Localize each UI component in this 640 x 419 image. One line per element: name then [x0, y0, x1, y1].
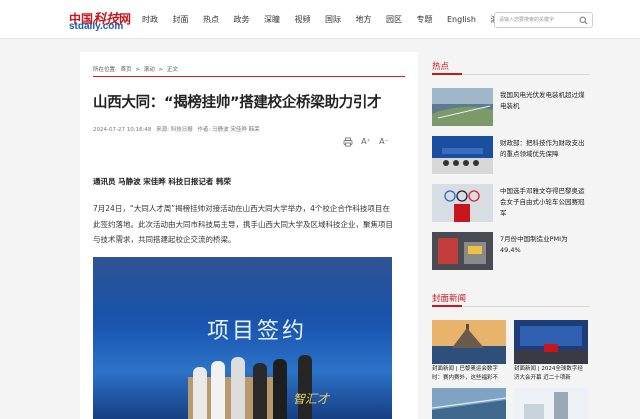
article-paragraph: 7月24日，“大同人才周”揭榜挂帅对接活动在山西大同大学举办，4个校企合作科技项…	[93, 204, 393, 244]
hot-item-title: 中国选手邓雅文夺得巴黎奥运会女子自由式小轮车公园赛冠军	[500, 187, 585, 217]
nav-item-english[interactable]: English	[447, 15, 476, 24]
hot-item-title: 财政部：把科技作为财政支出的重点领域优先保障	[500, 139, 585, 158]
photo-banner-text: 项目签约	[207, 319, 308, 344]
breadcrumb-current: 正文	[166, 67, 178, 73]
nav-item-zhuanti[interactable]: 专题	[417, 14, 433, 25]
breadcrumb-sep: >	[158, 67, 164, 73]
hot-divider-accent	[432, 73, 462, 75]
breadcrumb-divider	[93, 76, 405, 77]
search-icon[interactable]	[579, 16, 588, 25]
cover-divider-accent	[432, 305, 462, 307]
cover-thumbnail	[514, 320, 588, 364]
logo-english: stdaily.com	[69, 21, 124, 32]
hot-thumbnail	[432, 88, 493, 126]
photo-person	[253, 363, 267, 419]
cover-thumbnail[interactable]	[514, 388, 588, 419]
article-source: 来源: 科技日报	[156, 127, 193, 133]
nav-item-guoji[interactable]: 国际	[325, 14, 341, 25]
hot-heading: 热点	[432, 62, 450, 72]
photo-person	[211, 361, 225, 419]
cover-heading: 封面新闻	[432, 294, 467, 304]
article-photo: 项目签约 智汇才	[93, 257, 392, 419]
nav-item-shipin[interactable]: 视频	[295, 14, 311, 25]
article-meta: 2024-07-27 10:16:48 来源: 科技日报 作者: 马静波 宋佳晔…	[93, 125, 263, 133]
breadcrumb-label: 所在位置:	[93, 67, 117, 73]
photo-person	[193, 367, 207, 419]
main-nav: 时政 封面 热点 政务 深瞳 视频 国际 地方 园区 专题 English 滚动	[142, 0, 521, 39]
nav-item-difang[interactable]: 地方	[356, 14, 372, 25]
photo-person	[273, 359, 287, 419]
site-logo[interactable]: 中国科技网 stdaily.com	[69, 8, 131, 32]
nav-item-redian[interactable]: 热点	[203, 14, 219, 25]
nav-item-zhengwu[interactable]: 政务	[234, 14, 250, 25]
sidebar: 热点 我国风电光伏发电装机超过煤电装机 财政部：把科技作为财政支出的重点领域优先…	[432, 52, 590, 419]
font-larger-button[interactable]: A⁺	[361, 137, 371, 147]
hot-thumbnail	[432, 184, 493, 222]
search-input[interactable]	[499, 15, 577, 25]
cover-news-title: 封面新闻 | 巴黎奥运会数字时：赛内赛外，这些福彩不	[432, 366, 499, 381]
article-title: 山西大同：“揭榜挂帅”搭建校企桥梁助力引才	[93, 95, 382, 111]
breadcrumb: 所在位置: 首页 > 滚动 > 正文	[93, 65, 180, 73]
article-card: 所在位置: 首页 > 滚动 > 正文 山西大同：“揭榜挂帅”搭建校企桥梁助力引才…	[80, 52, 418, 419]
hot-item-title: 我国风电光伏发电装机超过煤电装机	[500, 91, 585, 110]
nav-item-yuanqu[interactable]: 园区	[386, 14, 402, 25]
print-icon[interactable]	[343, 137, 353, 147]
photo-person	[231, 357, 245, 419]
cover-thumbnail[interactable]	[432, 388, 506, 419]
hot-thumbnail	[432, 136, 493, 174]
cover-news-title: 封面新闻 | 2024全球数字经济大会开幕 近二十项新	[514, 366, 583, 381]
hot-item-title: 7月份中国制造业PMI为49.4%	[500, 235, 568, 254]
breadcrumb-rolling[interactable]: 滚动	[144, 67, 155, 73]
breadcrumb-sep: >	[135, 67, 140, 73]
site-header: 中国科技网 stdaily.com 时政 封面 热点 政务 深瞳 视频 国际 地…	[0, 0, 640, 39]
article-datetime: 2024-07-27 10:16:48	[93, 127, 152, 133]
hot-item[interactable]: 财政部：把科技作为财政支出的重点领域优先保障	[432, 136, 590, 174]
article-byline: 通讯员 马静波 宋佳晔 科技日报记者 韩荣	[93, 177, 231, 186]
photo-person	[298, 355, 312, 419]
nav-item-fengmian[interactable]: 封面	[173, 14, 189, 25]
breadcrumb-home[interactable]: 首页	[121, 67, 132, 73]
nav-item-shentong[interactable]: 深瞳	[264, 14, 280, 25]
search-box	[494, 12, 593, 28]
cover-thumbnail	[432, 320, 506, 364]
article-tools: A⁺ A⁻	[343, 137, 389, 147]
hot-item[interactable]: 我国风电光伏发电装机超过煤电装机	[432, 88, 590, 126]
hot-item[interactable]: 7月份中国制造业PMI为49.4%	[432, 232, 590, 270]
photo-stage-lights	[93, 257, 392, 317]
hot-item[interactable]: 中国选手邓雅文夺得巴黎奥运会女子自由式小轮车公园赛冠军	[432, 184, 590, 222]
hot-thumbnail	[432, 232, 493, 270]
photo-banner-subtext: 智汇才	[293, 392, 330, 406]
article-author: 作者: 马静波 宋佳晔 韩荣	[197, 127, 260, 133]
nav-item-shizheng[interactable]: 时政	[142, 14, 158, 25]
font-smaller-button[interactable]: A⁻	[379, 137, 389, 147]
cover-news-item[interactable]: 封面新闻 | 2024全球数字经济大会开幕 近二十项新	[514, 320, 588, 384]
cover-news-item[interactable]: 封面新闻 | 巴黎奥运会数字时：赛内赛外，这些福彩不	[432, 320, 506, 384]
